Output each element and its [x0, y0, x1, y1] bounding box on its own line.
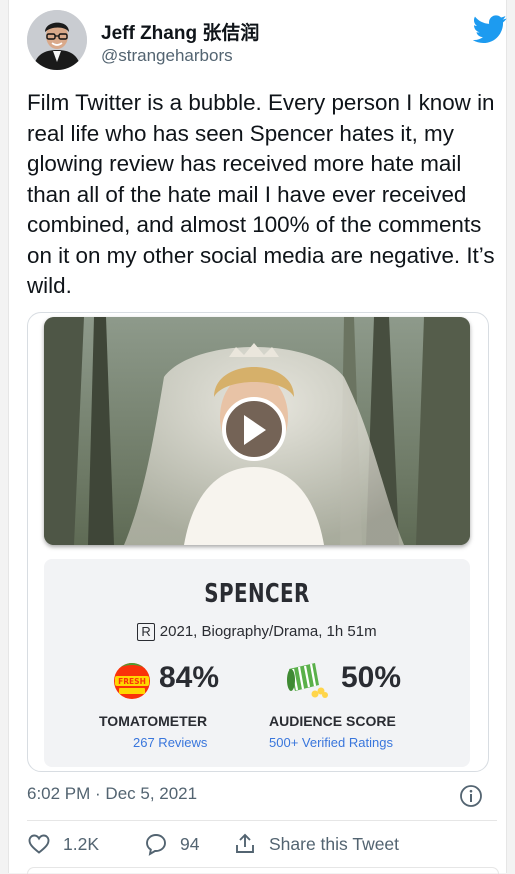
audience-label: AUDIENCE SCORE — [269, 713, 396, 729]
tweet-header: Jeff Zhang 张佶润 @strangeharbors — [27, 10, 507, 74]
video-thumbnail[interactable] — [44, 317, 470, 545]
mpaa-rating-badge: R — [137, 623, 155, 641]
reply-icon — [146, 834, 166, 856]
movie-details: 2021, Biography/Drama, 1h 51m — [159, 623, 377, 640]
tweet-text: Film Twitter is a bubble. Every person I… — [27, 90, 495, 298]
play-button[interactable] — [222, 397, 286, 461]
play-icon — [244, 415, 266, 445]
movie-info: R 2021, Biography/Drama, 1h 51m — [44, 623, 470, 641]
share-button[interactable]: Share this Tweet — [233, 832, 399, 856]
movie-title: SPENCER — [204, 579, 310, 609]
avatar[interactable] — [27, 10, 87, 70]
tweet-timestamp[interactable]: 6:02 PM · Dec 5, 2021 — [27, 784, 197, 804]
tomatometer-label: TOMATOMETER — [99, 713, 208, 729]
info-icon[interactable] — [459, 784, 483, 808]
rotten-tomatoes-panel: SPENCER R 2021, Biography/Drama, 1h 51m F… — [44, 559, 470, 767]
divider — [27, 820, 497, 821]
display-name[interactable]: Jeff Zhang 张佶润 — [101, 18, 259, 45]
link-preview-card[interactable]: SPENCER R 2021, Biography/Drama, 1h 51m F… — [27, 312, 489, 772]
reply-count: 94 — [180, 833, 200, 854]
spilled-popcorn-icon — [287, 663, 328, 698]
tweet-card: Jeff Zhang 张佶润 @strangeharbors Film Twit… — [8, 0, 507, 874]
tweet-actions: 1.2K 94 Share this Tweet — [27, 832, 497, 860]
heart-icon — [28, 834, 50, 854]
fresh-badge-text: FRESH — [118, 677, 146, 686]
reply-button[interactable]: 94 — [144, 832, 199, 856]
tomatometer-percent: 84% — [159, 661, 220, 694]
certified-fresh-icon: FRESH — [114, 663, 150, 699]
tomatometer-reviews-link[interactable]: 267 Reviews — [133, 735, 207, 750]
like-count: 1.2K — [63, 833, 99, 854]
audience-percent: 50% — [341, 661, 402, 694]
user-handle[interactable]: @strangeharbors — [101, 46, 233, 66]
audience-ratings-link[interactable]: 500+ Verified Ratings — [269, 735, 393, 750]
like-button[interactable]: 1.2K — [27, 832, 99, 856]
share-icon — [236, 833, 254, 853]
share-label: Share this Tweet — [269, 833, 400, 854]
audience-score: 50% AUDIENCE SCORE 500+ Verified Ratings — [269, 655, 469, 755]
twitter-bird-icon[interactable] — [473, 12, 507, 46]
